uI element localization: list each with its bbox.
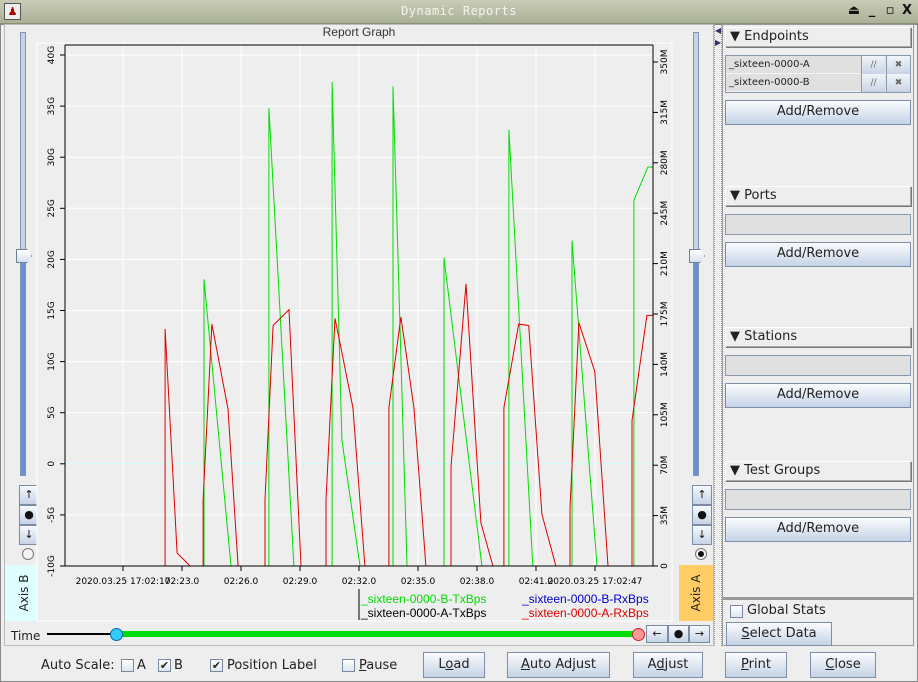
pause-checkbox[interactable] — [342, 659, 355, 672]
selection-panel: ▼ Endpoints _sixteen-0000-A // ✖ _sixtee… — [722, 24, 914, 598]
right-axis-tick-label: 280M — [660, 150, 670, 175]
right-axis-tick-label: 140M — [660, 352, 670, 377]
window-title: Dynamic Reports — [401, 4, 517, 18]
left-axis-tick-label: 30G — [47, 148, 57, 166]
x-axis-tick-label: 02:23.0 — [165, 577, 200, 587]
time-range-bar[interactable] — [117, 631, 639, 637]
x-axis-tick-label: 02:26.0 — [224, 577, 259, 587]
left-axis-tick-label: 15G — [47, 301, 57, 319]
right-axis-tick-label: 175M — [660, 302, 670, 327]
stations-header[interactable]: ▼ Stations — [725, 327, 911, 347]
ports-header[interactable]: ▼ Ports — [725, 186, 911, 206]
endpoints-add-remove-button[interactable]: Add/Remove — [725, 100, 911, 125]
endpoint-name: _sixteen-0000-A — [729, 59, 810, 70]
load-button[interactable]: Load — [423, 652, 485, 678]
maximize-button[interactable]: ▫ — [882, 3, 898, 19]
left-axis-tick-label: 35G — [47, 97, 57, 115]
endpoint-name: _sixteen-0000-B — [729, 77, 810, 88]
time-label: Time — [11, 629, 41, 643]
right-axis-tick-label: 0 — [660, 563, 670, 569]
endpoints-list: _sixteen-0000-A // ✖ _sixteen-0000-B // … — [725, 55, 911, 93]
adjust-button[interactable]: Adjust — [633, 652, 703, 678]
time-forward-button[interactable]: → — [689, 625, 710, 643]
position-label-text: Position Label — [227, 658, 317, 673]
ports-add-remove-button[interactable]: Add/Remove — [725, 242, 911, 267]
legend-entry: _sixteen-0000-B-TxBps — [360, 592, 486, 606]
global-stats-label: Global Stats — [747, 603, 826, 618]
x-axis-tick-label: 02:29.0 — [283, 577, 318, 587]
select-data-button[interactable]: Select Data — [726, 622, 832, 646]
pause-label: Pause — [359, 658, 398, 673]
stations-list — [725, 355, 911, 376]
pause-endpoint-button[interactable]: // — [861, 74, 885, 92]
test-groups-add-remove-button[interactable]: Add/Remove — [725, 517, 911, 542]
report-graph: Report Graph -10G -5G 0 5G 10G 15G 20G 25G 30G 35… — [36, 25, 673, 622]
time-start-handle[interactable] — [110, 628, 123, 641]
time-end-handle[interactable] — [632, 628, 645, 641]
legend-entry: _sixteen-0000-B-RxBps — [521, 592, 649, 606]
right-axis-tick-label: 350M — [660, 50, 670, 75]
auto-adjust-button[interactable]: Auto Adjust — [507, 652, 610, 678]
shade-window-button[interactable]: ⏏ — [846, 3, 862, 19]
auto-scale-a-checkbox[interactable] — [121, 659, 134, 672]
right-axis-tick-label: 315M — [660, 100, 670, 125]
close-button[interactable]: Close — [810, 652, 876, 678]
legend-entry: _sixteen-0000-A-TxBps — [360, 606, 486, 620]
panel-splitter[interactable]: ◀ ▶ — [714, 24, 722, 646]
right-axis-tick-label: 245M — [660, 201, 670, 226]
bottom-toolbar: Auto Scale: A ✔ B ✔ Position Label Pause… — [0, 648, 918, 682]
position-label-checkbox[interactable]: ✔ — [210, 659, 223, 672]
auto-scale-label: Auto Scale: — [41, 658, 115, 673]
right-axis-tick-label: 210M — [660, 251, 670, 276]
print-button[interactable]: Print — [725, 652, 787, 678]
x-axis-tick-label: 02:32.0 — [342, 577, 377, 587]
endpoints-header[interactable]: ▼ Endpoints — [725, 27, 911, 47]
remove-endpoint-button[interactable]: ✖ — [886, 56, 910, 74]
ports-list — [725, 214, 911, 235]
auto-scale-b-label: B — [174, 658, 183, 673]
global-stats-checkbox[interactable] — [730, 605, 743, 618]
time-center-button[interactable]: ● — [668, 625, 689, 643]
chart-frame — [36, 42, 673, 622]
legend-entry: _sixteen-0000-A-RxBps — [521, 606, 649, 620]
global-stats-panel: Global Stats Select Data — [722, 598, 914, 646]
endpoint-item[interactable]: _sixteen-0000-B // ✖ — [726, 74, 910, 92]
left-axis-tick-label: 0 — [47, 461, 57, 467]
right-axis-tick-label: 70M — [660, 456, 670, 475]
endpoint-item[interactable]: _sixteen-0000-A // ✖ — [726, 56, 910, 74]
right-axis-tick-label: 35M — [660, 506, 670, 525]
title-bar: ♟ Dynamic Reports ⏏ _ ▫ X — [0, 0, 918, 24]
left-axis-tick-label: -10G — [47, 555, 57, 577]
collapse-right-icon[interactable]: ▶ — [715, 38, 721, 47]
left-axis-tick-label: 10G — [47, 352, 57, 370]
auto-scale-a-label: A — [137, 658, 146, 673]
close-window-button[interactable]: X — [899, 3, 915, 19]
test-groups-list — [725, 489, 911, 510]
x-axis-tick-label: 2020.03.25 17:02:47 — [548, 577, 643, 587]
left-axis-tick-label: 5G — [47, 406, 57, 419]
x-axis-tick-label: 02:35.0 — [401, 577, 436, 587]
minimize-button[interactable]: _ — [864, 3, 880, 19]
stations-add-remove-button[interactable]: Add/Remove — [725, 383, 911, 408]
remove-endpoint-button[interactable]: ✖ — [886, 74, 910, 92]
chart-title: Report Graph — [323, 25, 396, 39]
test-groups-header[interactable]: ▼ Test Groups — [725, 461, 911, 481]
x-axis-tick-label: 02:38.0 — [460, 577, 495, 587]
left-axis-tick-label: 40G — [47, 46, 57, 64]
auto-scale-b-checkbox[interactable]: ✔ — [158, 659, 171, 672]
left-axis-tick-label: -5G — [47, 507, 57, 523]
right-axis-tick-label: 105M — [660, 402, 670, 427]
pause-endpoint-button[interactable]: // — [861, 56, 885, 74]
left-axis-tick-label: 20G — [47, 250, 57, 268]
collapse-left-icon[interactable]: ◀ — [715, 26, 721, 35]
time-back-button[interactable]: ← — [646, 625, 668, 643]
left-axis-tick-label: 25G — [47, 199, 57, 217]
x-axis-tick-label: 2020.03.25 17:02:17 — [76, 577, 171, 587]
